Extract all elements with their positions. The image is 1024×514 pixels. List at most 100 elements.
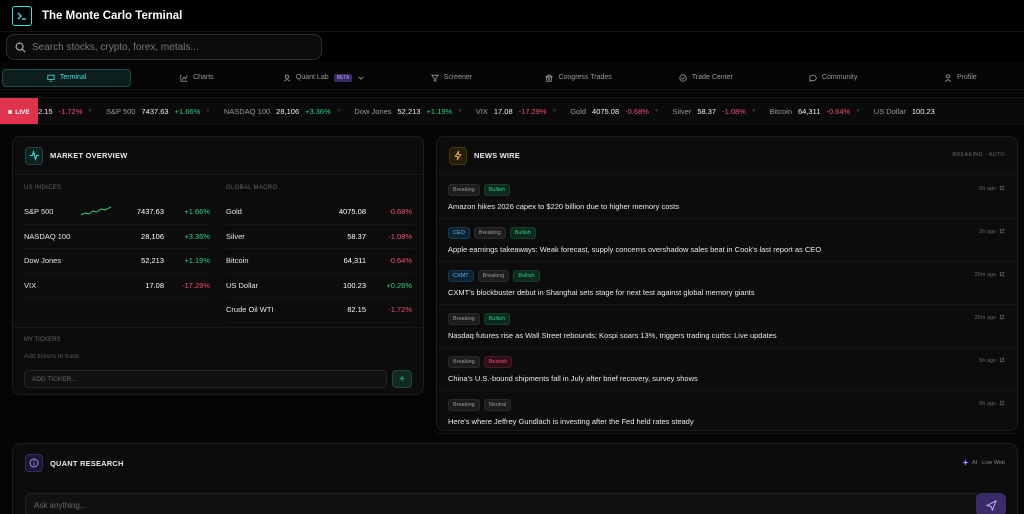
send-button[interactable] (976, 493, 1006, 514)
ticker-sep-icon: ● (458, 108, 462, 114)
news-time: 2h ago (979, 228, 1005, 236)
beta-badge: BETA (333, 73, 353, 82)
nav-charts[interactable]: Charts (133, 69, 260, 87)
ask-input[interactable] (25, 493, 981, 514)
news-headline[interactable]: Amazon hikes 2026 capex to $220 billion … (448, 202, 679, 211)
quote-value: 82.15 (347, 305, 366, 315)
news-headline[interactable]: CXMT's blockbuster debut in Shanghai set… (448, 288, 755, 297)
external-link-icon[interactable] (999, 185, 1005, 193)
panel-title: NEWS WIRE (474, 151, 520, 160)
ticker-change: -1.08% (722, 106, 746, 116)
quant-research-panel: QUANT RESEARCH AI · Live Web (12, 443, 1018, 514)
sparkle-icon (962, 459, 970, 466)
nav-quant-lab[interactable]: Quant Lab BETA (261, 69, 388, 87)
ticker-name: VIX (475, 106, 488, 116)
external-link-icon[interactable] (999, 314, 1005, 322)
quote-row[interactable]: VIX 17.08 -17.29% (24, 274, 212, 298)
app-title: The Monte Carlo Terminal (42, 9, 183, 22)
news-headline[interactable]: Here's where Jeffrey Gundlach is investi… (448, 417, 694, 426)
ticker-item[interactable]: NASDAQ 100 28,106 +3.36% ● (224, 107, 341, 116)
ticker-item[interactable]: Dow Jones 52,213 +1.19% ● (354, 107, 461, 116)
external-link-icon[interactable] (999, 271, 1005, 279)
quote-row[interactable]: S&P 500 7437.63 +1.66% (24, 200, 212, 225)
quote-row[interactable]: Dow Jones 52,213 +1.19% (24, 249, 212, 274)
ticker-item[interactable]: Silver 58.37 -1.08% ● (673, 107, 756, 116)
news-tags: Breaking Bullish (448, 184, 510, 196)
ticker-item[interactable]: Bitcoin 64,311 -0.64% ● (769, 107, 859, 116)
news-headline[interactable]: Apple earnings takeaways: Weak forecast,… (448, 245, 821, 254)
news-tag: CEO (448, 227, 470, 239)
ticker-item[interactable]: Gold 4075.08 -0.68% ● (570, 107, 658, 116)
ticker-value: 2.15 (38, 106, 53, 116)
nav-profile[interactable]: Profile (897, 69, 1024, 87)
news-time: 26m ago (975, 314, 1005, 322)
quote-row[interactable]: US Dollar 100.23 +0.26% (226, 274, 414, 298)
news-tag: Breaking (477, 270, 510, 282)
nav-community[interactable]: Community (770, 69, 897, 87)
external-link-icon[interactable] (999, 400, 1005, 408)
quote-name: S&P 500 (24, 207, 54, 217)
target-icon (679, 73, 687, 82)
news-tag: Bullish (509, 227, 536, 239)
search-input[interactable] (32, 41, 292, 53)
search-box[interactable] (6, 34, 322, 60)
ticker-item[interactable]: S&P 500 7437.63 +1.66% ● (106, 107, 210, 116)
building-icon (545, 73, 554, 82)
section-label: US INDICES (24, 185, 62, 191)
news-tag: Breaking (448, 313, 480, 325)
nav-congress-trades[interactable]: Congress Trades (515, 69, 642, 87)
ticker-item[interactable]: VIX 17.08 -17.29% ● (476, 107, 556, 116)
section-label: GLOBAL MACRO (226, 185, 278, 191)
ticker-sep-icon: ● (336, 108, 341, 114)
news-item[interactable]: Breaking Bearish 5h ago China's U.S.-bound … (437, 348, 1017, 391)
nav-label: Community (821, 74, 858, 81)
news-wire-meta: BREAKING · AUTO (952, 152, 1005, 158)
nav-label: Charts (193, 74, 214, 81)
news-item[interactable]: Breaking Bullish 26m ago Nasdaq futures ris… (437, 305, 1017, 348)
quote-row[interactable]: NASDAQ 100 28,106 +3.36% (24, 225, 212, 249)
ticker-sep-icon: ● (88, 108, 92, 114)
news-wire-panel: NEWS WIRE BREAKING · AUTO Breaking Bullis… (436, 136, 1018, 434)
nav-trade-center[interactable]: Trade Center (642, 69, 769, 87)
user-icon (944, 73, 952, 82)
news-item[interactable]: CXMT Breaking Bullish 25m ago CXMT's blockbu… (437, 262, 1017, 305)
news-item[interactable]: Breaking Neutral 6h ago Here's where Jeffre… (437, 391, 1017, 434)
news-item[interactable]: Breaking Bullish 5h ago Amazon hikes 2026 c… (437, 176, 1017, 219)
ticker-tape: LIVE 2.15 -1.72% ● S&P 500 7437.63 +1.66% ● N… (0, 97, 1024, 125)
quote-change: +1.19% (184, 256, 210, 266)
ticker-sep-icon: ● (751, 108, 756, 114)
quote-row[interactable]: Gold 4075.08 -0.68% (226, 200, 414, 225)
news-time-label: 6h ago (979, 401, 996, 407)
add-ticker-input[interactable] (24, 370, 387, 388)
quote-row[interactable]: Silver 58.37 -1.08% (226, 225, 414, 249)
quote-value: 7437.63 (136, 207, 164, 217)
ticker-name: NASDAQ 100 (223, 106, 271, 116)
live-badge: LIVE (0, 98, 38, 124)
ticker-change: +3.36% (305, 106, 331, 116)
ticker-value: 28,106 (276, 106, 300, 116)
chart-icon (180, 74, 188, 82)
news-tags: CEO Breaking Bullish (448, 227, 536, 239)
quote-change: +0.26% (386, 280, 412, 290)
quote-value: 52,213 (141, 256, 164, 266)
filter-icon (430, 74, 439, 82)
quote-row[interactable]: Crude Oil WTI 82.15 -1.72% (226, 298, 414, 323)
news-time: 5h ago (979, 357, 1005, 365)
nav-terminal[interactable]: Terminal (2, 68, 132, 87)
news-headline[interactable]: Nasdaq futures rise as Wall Street rebou… (448, 331, 777, 340)
news-headline[interactable]: China's U.S.-bound shipments fall in Jul… (448, 374, 698, 383)
ticker-item[interactable]: 2.15 -1.72% ● (38, 107, 92, 116)
quote-value: 4075.08 (338, 207, 366, 217)
add-ticker-button[interactable]: + (392, 370, 412, 388)
us-indices-column: US INDICES S&P 500 7437.63 +1.66% NASDAQ 10… (24, 185, 212, 298)
external-link-icon[interactable] (999, 357, 1005, 365)
news-time-label: 25m ago (974, 272, 996, 278)
ticker-name: S&P 500 (106, 106, 136, 116)
nav-screener[interactable]: Screener (388, 69, 515, 87)
quote-row[interactable]: Bitcoin 64,311 -0.64% (226, 249, 414, 274)
panel-title: QUANT RESEARCH (50, 458, 124, 468)
external-link-icon[interactable] (999, 228, 1005, 236)
news-item[interactable]: CEO Breaking Bullish 2h ago Apple earnings t… (437, 219, 1017, 262)
ticker-item[interactable]: US Dollar 100.23 (874, 107, 935, 116)
news-tags: Breaking Bullish (448, 313, 510, 325)
